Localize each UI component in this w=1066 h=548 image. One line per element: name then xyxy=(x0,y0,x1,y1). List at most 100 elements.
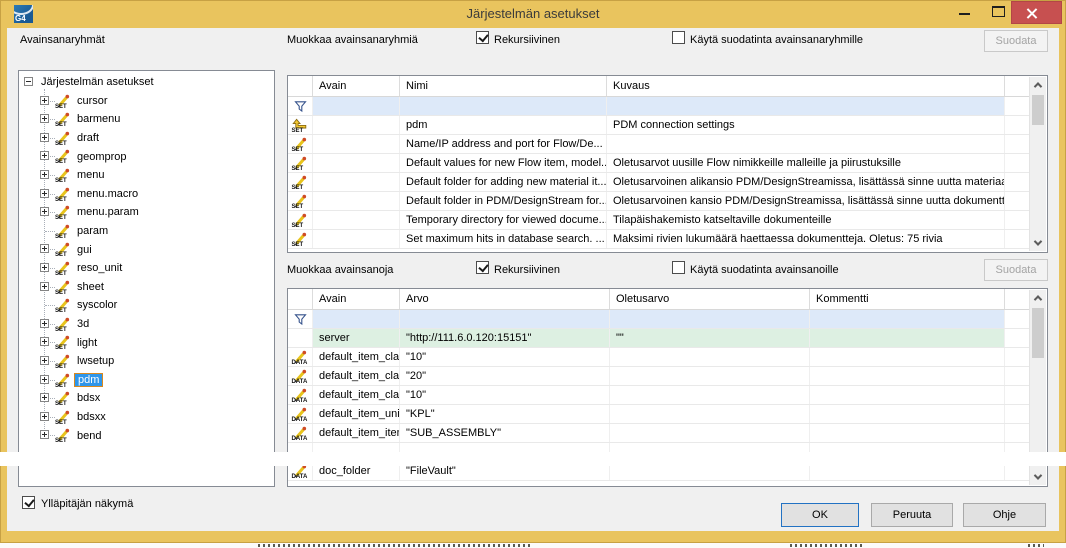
table-row[interactable]: SETSet maximum hits in database search. … xyxy=(288,230,1030,249)
cell-avain[interactable] xyxy=(313,230,400,248)
tree-item-geomprop[interactable]: SETgeomprop xyxy=(19,147,274,166)
cell-avain[interactable]: default_item_class... xyxy=(313,367,400,385)
cell-arvo[interactable] xyxy=(400,310,610,328)
filter-row[interactable] xyxy=(288,97,1030,116)
cell-nimi[interactable]: Name/IP address and port for Flow/De... xyxy=(400,135,607,153)
cell-oletusarvo[interactable]: "" xyxy=(610,329,810,347)
cell-avain[interactable] xyxy=(313,310,400,328)
tree-item-3d[interactable]: SET3d xyxy=(19,315,274,334)
cell-kommentti[interactable] xyxy=(810,405,1005,423)
header-kuvaus[interactable]: Kuvaus xyxy=(607,76,1005,96)
cell-kommentti[interactable] xyxy=(810,329,1005,347)
expand-plus-icon[interactable] xyxy=(40,96,49,105)
cell-arvo[interactable]: "10" xyxy=(400,386,610,404)
expand-plus-icon[interactable] xyxy=(40,114,49,123)
cell-nimi[interactable]: Temporary directory for viewed docume... xyxy=(400,211,607,229)
expand-plus-icon[interactable] xyxy=(40,263,49,272)
cell-avain[interactable]: default_item_class... xyxy=(313,386,400,404)
cell-kommentti[interactable] xyxy=(810,367,1005,385)
tree-item-bdsx[interactable]: SETbdsx xyxy=(19,389,274,408)
close-button[interactable] xyxy=(1011,1,1062,24)
tree-item-menu.param[interactable]: SETmenu.param xyxy=(19,203,274,222)
cell-oletusarvo[interactable] xyxy=(610,367,810,385)
table-row[interactable]: SETDefault folder in PDM/DesignStream fo… xyxy=(288,192,1030,211)
expand-plus-icon[interactable] xyxy=(40,337,49,346)
cell-avain[interactable] xyxy=(313,211,400,229)
tree-item-param[interactable]: SETparam xyxy=(19,222,274,241)
admin-view-checkbox[interactable] xyxy=(22,496,35,509)
keywords-filter-checkbox[interactable] xyxy=(672,261,685,274)
header-avain[interactable]: Avain xyxy=(313,76,400,96)
cell-avain[interactable] xyxy=(313,135,400,153)
table-row[interactable]: DATAdefault_item_unit"KPL" xyxy=(288,405,1030,424)
cell-nimi[interactable]: pdm xyxy=(400,116,607,134)
tree-root-item[interactable]: Järjestelmän asetukset xyxy=(19,73,274,92)
cell-avain[interactable] xyxy=(313,116,400,134)
cell-arvo[interactable]: "KPL" xyxy=(400,405,610,423)
expand-plus-icon[interactable] xyxy=(40,430,49,439)
tree-item-menu[interactable]: SETmenu xyxy=(19,166,274,185)
cell-avain[interactable] xyxy=(313,97,400,115)
tree-item-barmenu[interactable]: SETbarmenu xyxy=(19,110,274,129)
tree-item-pdm[interactable]: SETpdm xyxy=(19,371,274,390)
cell-nimi[interactable]: Default folder for adding new material i… xyxy=(400,173,607,191)
expand-plus-icon[interactable] xyxy=(40,282,49,291)
vertical-scrollbar[interactable] xyxy=(1029,77,1046,251)
expand-plus-icon[interactable] xyxy=(40,412,49,421)
cell-kommentti[interactable] xyxy=(810,348,1005,366)
tree-item-menu.macro[interactable]: SETmenu.macro xyxy=(19,185,274,204)
cell-kuvaus[interactable]: PDM connection settings xyxy=(607,116,1005,134)
cell-arvo[interactable]: "20" xyxy=(400,367,610,385)
tree-item-bdsxx[interactable]: SETbdsxx xyxy=(19,408,274,427)
cell-nimi[interactable]: Default values for new Flow item, model.… xyxy=(400,154,607,172)
table-row[interactable]: SETDefault folder for adding new materia… xyxy=(288,173,1030,192)
scroll-up-button[interactable] xyxy=(1030,290,1046,306)
header-oletusarvo[interactable]: Oletusarvo xyxy=(610,289,810,309)
groups-recursive-checkbox[interactable] xyxy=(476,31,489,44)
cell-nimi[interactable]: Set maximum hits in database search. ... xyxy=(400,230,607,248)
cell-avain[interactable]: default_item_item... xyxy=(313,424,400,442)
cell-kuvaus[interactable]: Oletusarvoinen alikansio PDM/DesignStrea… xyxy=(607,173,1005,191)
expand-plus-icon[interactable] xyxy=(40,375,49,384)
cell-avain[interactable] xyxy=(313,192,400,210)
scroll-up-button[interactable] xyxy=(1030,77,1046,93)
cell-avain[interactable] xyxy=(313,154,400,172)
cell-avain[interactable] xyxy=(313,173,400,191)
groups-filter-checkbox[interactable] xyxy=(672,31,685,44)
tree-item-lwsetup[interactable]: SETlwsetup xyxy=(19,352,274,371)
table-row[interactable]: SETName/IP address and port for Flow/De.… xyxy=(288,135,1030,154)
filter-row[interactable] xyxy=(288,310,1030,329)
cell-arvo[interactable]: "SUB_ASSEMBLY" xyxy=(400,424,610,442)
tree-item-syscolor[interactable]: SETsyscolor xyxy=(19,296,274,315)
cell-oletusarvo[interactable] xyxy=(610,348,810,366)
table-row[interactable]: SETTemporary directory for viewed docume… xyxy=(288,211,1030,230)
cancel-button[interactable]: Peruuta xyxy=(871,503,953,527)
minimize-button[interactable] xyxy=(950,0,978,26)
cell-oletusarvo[interactable] xyxy=(610,405,810,423)
cell-kommentti[interactable] xyxy=(810,386,1005,404)
expand-plus-icon[interactable] xyxy=(40,244,49,253)
cell-nimi[interactable] xyxy=(400,97,607,115)
expand-plus-icon[interactable] xyxy=(40,207,49,216)
table-row[interactable]: SETDefault values for new Flow item, mod… xyxy=(288,154,1030,173)
keyword-group-tree[interactable]: Järjestelmän asetukset SETcursorSETbarme… xyxy=(18,70,275,487)
scroll-down-button[interactable] xyxy=(1030,235,1046,251)
header-avain[interactable]: Avain xyxy=(313,289,400,309)
cell-kuvaus[interactable] xyxy=(607,97,1005,115)
tree-item-gui[interactable]: SETgui xyxy=(19,240,274,259)
keywords-recursive-checkbox[interactable] xyxy=(476,261,489,274)
tree-item-cursor[interactable]: SETcursor xyxy=(19,92,274,111)
table-row[interactable]: DATAdefault_item_item..."SUB_ASSEMBLY" xyxy=(288,424,1030,443)
help-button[interactable]: Ohje xyxy=(963,503,1046,527)
titlebar[interactable]: G4 Järjestelmän asetukset xyxy=(0,0,1066,28)
table-row[interactable]: server"http://111.6.0.120:15151""" xyxy=(288,329,1030,348)
cell-nimi[interactable]: Default folder in PDM/DesignStream for..… xyxy=(400,192,607,210)
maximize-button[interactable] xyxy=(986,0,1010,26)
groups-filter-button[interactable]: Suodata xyxy=(984,30,1048,52)
tree-item-sheet[interactable]: SETsheet xyxy=(19,278,274,297)
table-row[interactable]: DATAdefault_item_class..."20" xyxy=(288,367,1030,386)
cell-arvo[interactable]: "10" xyxy=(400,348,610,366)
header-kommentti[interactable]: Kommentti xyxy=(810,289,1005,309)
cell-kommentti[interactable] xyxy=(810,424,1005,442)
cell-avain[interactable]: default_item_class... xyxy=(313,348,400,366)
